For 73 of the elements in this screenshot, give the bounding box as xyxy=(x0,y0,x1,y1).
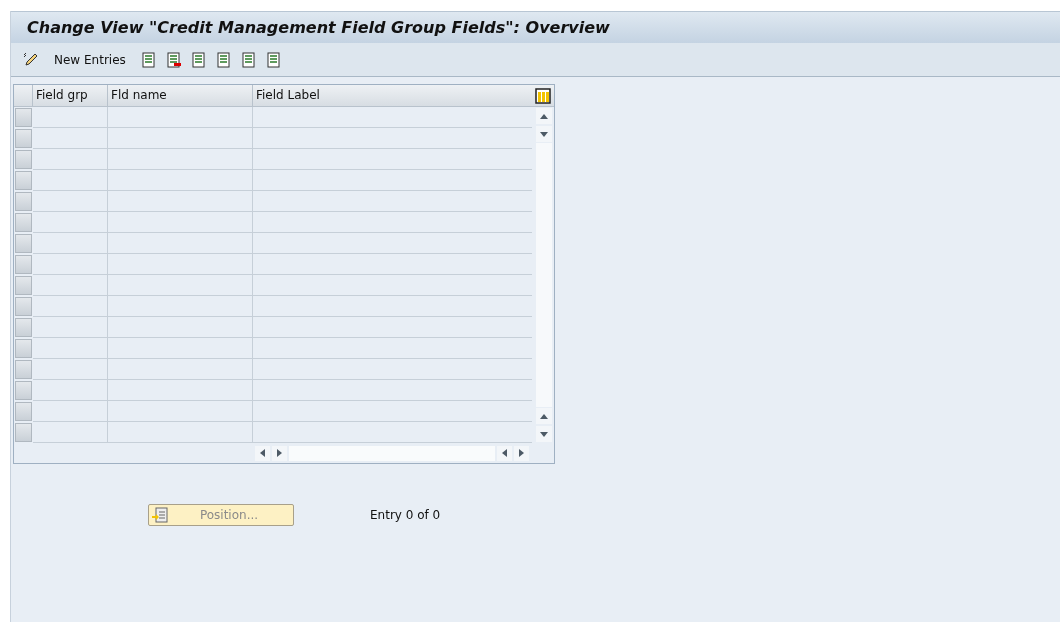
scroll-down-button[interactable] xyxy=(536,126,552,142)
row-selector[interactable] xyxy=(15,402,32,421)
table-cell[interactable] xyxy=(108,233,253,254)
table-cell[interactable] xyxy=(33,254,108,275)
row-selector[interactable] xyxy=(15,318,32,337)
pencil-icon[interactable] xyxy=(23,51,39,68)
row-selector[interactable] xyxy=(15,360,32,379)
scroll-up-button[interactable] xyxy=(536,108,552,124)
row-selector[interactable] xyxy=(15,339,32,358)
row-selector[interactable] xyxy=(15,381,32,400)
row-selector[interactable] xyxy=(15,150,32,169)
table-cell[interactable] xyxy=(33,317,108,338)
down-arrow-icon xyxy=(540,131,548,137)
row-selector[interactable] xyxy=(15,171,32,190)
table-cell[interactable] xyxy=(108,338,253,359)
table-cell[interactable] xyxy=(33,422,108,443)
table-cell[interactable] xyxy=(33,359,108,380)
table-cell[interactable] xyxy=(108,170,253,191)
scroll-left-button[interactable] xyxy=(255,445,270,461)
entry-count: Entry 0 of 0 xyxy=(370,508,441,522)
table-cell[interactable] xyxy=(108,149,253,170)
left-arrow-icon xyxy=(260,449,265,457)
scroll-up-button[interactable] xyxy=(536,408,552,424)
table-cell[interactable] xyxy=(108,275,253,296)
right-arrow-icon xyxy=(277,449,282,457)
left-arrow-icon xyxy=(502,449,507,457)
table-cell[interactable] xyxy=(108,422,253,443)
up-arrow-icon xyxy=(540,413,548,419)
table-cell[interactable] xyxy=(33,401,108,422)
window-title: Change View "Credit Management Field Group Fields": Overview xyxy=(27,18,610,37)
table-cell[interactable] xyxy=(33,149,108,170)
scroll-right-button[interactable] xyxy=(514,445,529,461)
table-settings-icon[interactable] xyxy=(535,87,551,104)
table-cell[interactable] xyxy=(108,191,253,212)
row-selector[interactable] xyxy=(15,129,32,148)
table-cell[interactable] xyxy=(33,170,108,191)
scroll-left-button[interactable] xyxy=(497,445,512,461)
table-cell[interactable] xyxy=(108,317,253,338)
table-cell[interactable] xyxy=(108,380,253,401)
row-selector[interactable] xyxy=(15,234,32,253)
row-selector[interactable] xyxy=(15,108,32,127)
table-cell[interactable] xyxy=(33,275,108,296)
row-selector[interactable] xyxy=(15,255,32,274)
table-cell[interactable] xyxy=(108,296,253,317)
table-cell[interactable] xyxy=(33,191,108,212)
row-selector[interactable] xyxy=(15,276,32,295)
down-arrow-icon xyxy=(540,431,548,437)
column-header[interactable]: Fld name xyxy=(108,85,253,106)
row-selector[interactable] xyxy=(15,423,32,442)
right-arrow-icon xyxy=(519,449,524,457)
table-cell[interactable] xyxy=(108,107,253,128)
table-cell[interactable] xyxy=(108,254,253,275)
row-selector[interactable] xyxy=(15,297,32,316)
table-cell[interactable] xyxy=(33,338,108,359)
table-cell[interactable] xyxy=(108,359,253,380)
list-icon xyxy=(152,507,168,523)
row-selector[interactable] xyxy=(15,213,32,232)
new-entries-button[interactable]: New Entries xyxy=(48,52,132,67)
table-cell[interactable] xyxy=(108,128,253,149)
column-header[interactable]: Field grp xyxy=(33,85,108,106)
table-cell[interactable] xyxy=(33,212,108,233)
table-cell[interactable] xyxy=(33,107,108,128)
table-cell[interactable] xyxy=(33,233,108,254)
scroll-right-button[interactable] xyxy=(272,445,287,461)
up-arrow-icon xyxy=(540,113,548,119)
column-header[interactable]: Field Label xyxy=(253,85,532,106)
table-cell[interactable] xyxy=(33,128,108,149)
scroll-down-button[interactable] xyxy=(536,426,552,442)
table-cell[interactable] xyxy=(33,296,108,317)
table-cell[interactable] xyxy=(33,380,108,401)
table-cell[interactable] xyxy=(108,401,253,422)
row-selector[interactable] xyxy=(15,192,32,211)
table-cell[interactable] xyxy=(108,212,253,233)
